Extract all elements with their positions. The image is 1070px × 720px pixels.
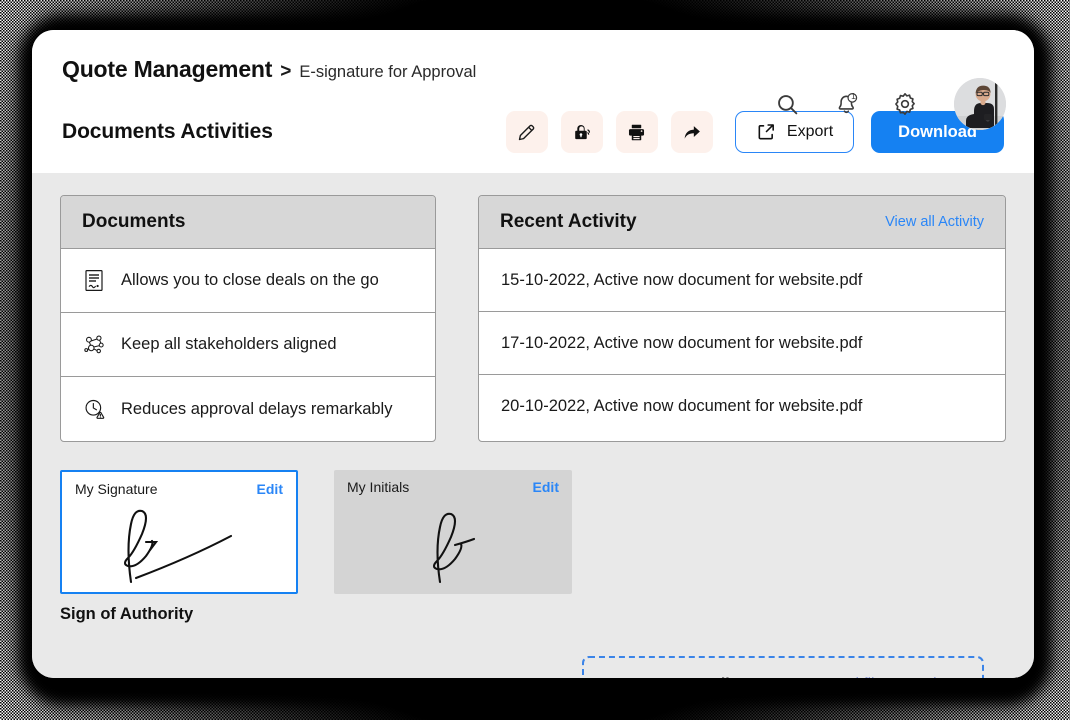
list-item[interactable]: Reduces approval delays remarkably <box>61 377 435 441</box>
list-item[interactable]: Allows you to close deals on the go <box>61 249 435 313</box>
bell-icon[interactable]: 1 <box>832 90 860 118</box>
breadcrumb-current: E-signature for Approval <box>299 63 477 81</box>
app-window: Quote Management > E-signature for Appro… <box>32 30 1034 678</box>
dropzone-left: Drag & Drop File Select File <box>584 658 767 678</box>
breadcrumb-separator-icon: > <box>280 61 292 82</box>
signature-row: My Signature Edit Sign of Authority My I… <box>60 470 1006 624</box>
my-signature-header: My Signature Edit <box>75 481 283 497</box>
stakeholders-network-icon <box>82 332 106 358</box>
documents-card-title: Documents <box>82 211 186 232</box>
avatar[interactable] <box>954 78 1006 130</box>
search-icon[interactable] <box>773 90 801 118</box>
signature-drawing <box>62 498 296 588</box>
share-icon-button[interactable] <box>670 111 713 153</box>
table-row[interactable]: 17-10-2022, Active now document for webs… <box>479 312 1005 375</box>
documents-card: Documents Allows you to close deals on t… <box>60 195 436 442</box>
my-initials-card[interactable]: My Initials Edit <box>334 470 572 594</box>
initials-drawing <box>334 502 572 590</box>
recent-activity-card: Recent Activity View all Activity 15-10-… <box>478 195 1006 442</box>
view-all-activity-link[interactable]: View all Activity <box>885 214 984 230</box>
list-item-label: Keep all stakeholders aligned <box>121 335 337 353</box>
dropzone-right: Supported file extensions jpg, png, tif,… <box>767 658 982 678</box>
my-initials-label: My Initials <box>347 479 410 495</box>
notification-badge-count: 1 <box>851 90 856 101</box>
gear-icon[interactable] <box>891 90 919 118</box>
edit-initials-link[interactable]: Edit <box>533 479 559 495</box>
header-actions: 1 <box>773 78 1006 130</box>
table-row[interactable]: 15-10-2022, Active now document for webs… <box>479 249 1005 312</box>
print-icon-button[interactable] <box>615 111 658 153</box>
documents-card-header: Documents <box>61 196 435 249</box>
recent-activity-title: Recent Activity <box>500 211 637 232</box>
main-content: Documents Allows you to close deals on t… <box>32 173 1034 678</box>
app-header: Quote Management > E-signature for Appro… <box>32 30 1034 173</box>
clock-warning-icon <box>82 396 106 422</box>
edit-icon-button[interactable] <box>505 111 548 153</box>
recent-activity-header: Recent Activity View all Activity <box>479 196 1005 249</box>
page-title: Documents Activities <box>62 120 273 143</box>
my-signature-card[interactable]: My Signature Edit <box>60 470 298 594</box>
dropzone-title: Drag & Drop File <box>612 676 738 678</box>
file-dropzone[interactable]: Drag & Drop File Select File Supported f… <box>582 656 984 678</box>
my-signature-label: My Signature <box>75 481 158 497</box>
document-signature-icon <box>82 268 106 294</box>
cards-row: Documents Allows you to close deals on t… <box>60 195 1006 442</box>
table-row[interactable]: 20-10-2022, Active now document for webs… <box>479 375 1005 438</box>
my-initials-header: My Initials Edit <box>347 479 559 495</box>
lock-icon-button[interactable] <box>560 111 603 153</box>
sign-of-authority-caption: Sign of Authority <box>60 605 194 623</box>
list-item[interactable]: Keep all stakeholders aligned <box>61 313 435 377</box>
list-item-label: Allows you to close deals on the go <box>121 271 379 289</box>
edit-signature-link[interactable]: Edit <box>257 481 283 497</box>
supported-extensions-link[interactable]: Supported file extensions <box>787 676 961 678</box>
list-item-label: Reduces approval delays remarkably <box>121 399 393 418</box>
breadcrumb-root[interactable]: Quote Management <box>62 56 272 83</box>
